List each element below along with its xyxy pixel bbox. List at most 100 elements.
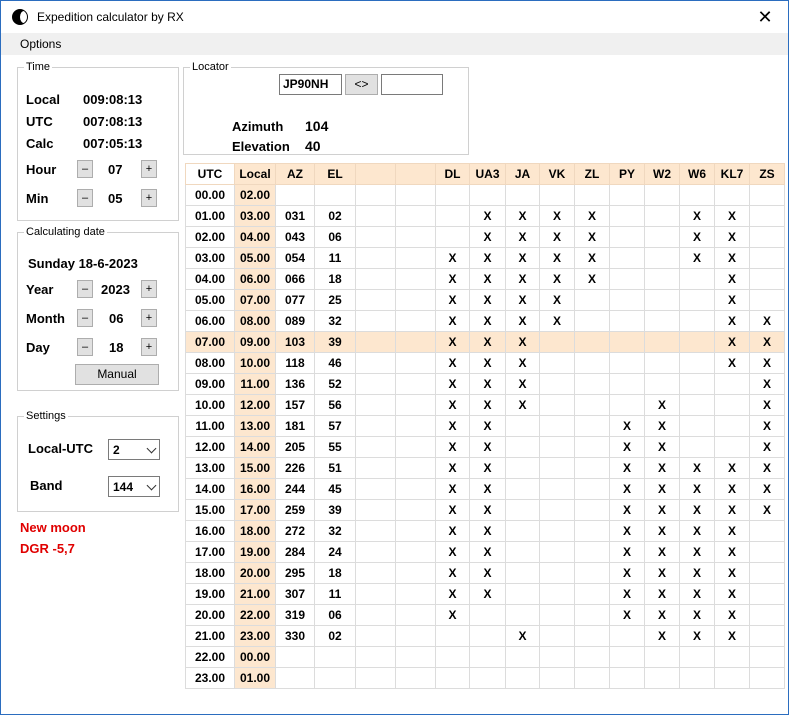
column-header-el[interactable]: EL xyxy=(314,163,356,185)
column-header-w2[interactable]: W2 xyxy=(644,163,680,185)
table-row[interactable]: 21.00 23.00 330 02 X X X X xyxy=(185,625,785,647)
table-row[interactable]: 13.00 15.00 226 51 X X X X X X X xyxy=(185,457,785,479)
table-row[interactable]: 04.00 06.00 066 18 X X X X X X xyxy=(185,268,785,290)
cell-az: 077 xyxy=(275,289,315,311)
table-row[interactable]: 10.00 12.00 157 56 X X X X X xyxy=(185,394,785,416)
min-increment-button[interactable]: + xyxy=(141,189,157,207)
cell-ua3: X xyxy=(469,394,506,416)
other-locator-input[interactable] xyxy=(381,74,443,95)
table-row[interactable]: 00.00 02.00 xyxy=(185,184,785,206)
local-utc-select[interactable]: 2 xyxy=(108,439,160,460)
table-row[interactable]: 19.00 21.00 307 11 X X X X X X xyxy=(185,583,785,605)
cell-ua3: X xyxy=(469,457,506,479)
column-header-py[interactable]: PY xyxy=(609,163,645,185)
table-row[interactable]: 20.00 22.00 319 06 X X X X X xyxy=(185,604,785,626)
cell-ua3: X xyxy=(469,499,506,521)
cell-blank2 xyxy=(395,415,436,437)
column-header-ua3[interactable]: UA3 xyxy=(469,163,506,185)
hour-decrement-button[interactable]: – xyxy=(77,160,93,178)
cell-vk: X xyxy=(539,268,575,290)
day-increment-button[interactable]: + xyxy=(141,338,157,356)
table-row[interactable]: 16.00 18.00 272 32 X X X X X X xyxy=(185,520,785,542)
cell-dl: X xyxy=(435,604,470,626)
table-row[interactable]: 07.00 09.00 103 39 X X X X X xyxy=(185,331,785,353)
cell-kl7: X xyxy=(714,625,750,647)
cell-az xyxy=(275,667,315,689)
menu-options[interactable]: Options xyxy=(20,37,61,51)
cell-dl: X xyxy=(435,415,470,437)
day-decrement-button[interactable]: – xyxy=(77,338,93,356)
month-decrement-button[interactable]: – xyxy=(77,309,93,327)
column-header-kl7[interactable]: KL7 xyxy=(714,163,750,185)
cell-blank2 xyxy=(395,268,436,290)
cell-w2 xyxy=(644,205,680,227)
band-select[interactable]: 144 xyxy=(108,476,160,497)
year-increment-button[interactable]: + xyxy=(141,280,157,298)
table-row[interactable]: 06.00 08.00 089 32 X X X X X X xyxy=(185,310,785,332)
table-row[interactable]: 02.00 04.00 043 06 X X X X X X xyxy=(185,226,785,248)
swap-button[interactable]: <> xyxy=(345,74,378,95)
table-row[interactable]: 23.00 01.00 xyxy=(185,667,785,689)
cell-utc: 15.00 xyxy=(185,499,235,521)
table-row[interactable]: 22.00 00.00 xyxy=(185,646,785,668)
cell-ja xyxy=(505,478,540,500)
column-header-zs[interactable]: ZS xyxy=(749,163,785,185)
cell-local: 06.00 xyxy=(234,268,276,290)
cell-vk: X xyxy=(539,205,575,227)
column-header-az[interactable]: AZ xyxy=(275,163,315,185)
table-row[interactable]: 08.00 10.00 118 46 X X X X X xyxy=(185,352,785,374)
cell-w6: X xyxy=(679,520,715,542)
table-row[interactable]: 12.00 14.00 205 55 X X X X X xyxy=(185,436,785,458)
cell-ja: X xyxy=(505,394,540,416)
dgr-status: DGR -5,7 xyxy=(20,541,75,556)
cell-blank2 xyxy=(395,541,436,563)
table-row[interactable]: 01.00 03.00 031 02 X X X X X X xyxy=(185,205,785,227)
table-row[interactable]: 09.00 11.00 136 52 X X X X xyxy=(185,373,785,395)
table-row[interactable]: 17.00 19.00 284 24 X X X X X X xyxy=(185,541,785,563)
cell-ja xyxy=(505,604,540,626)
cell-w2: X xyxy=(644,583,680,605)
cell-zl xyxy=(574,415,610,437)
table-row[interactable]: 14.00 16.00 244 45 X X X X X X X xyxy=(185,478,785,500)
cell-ja xyxy=(505,583,540,605)
cell-dl: X xyxy=(435,310,470,332)
min-decrement-button[interactable]: – xyxy=(77,189,93,207)
cell-w6: X xyxy=(679,226,715,248)
column-header-blank1[interactable] xyxy=(355,163,396,185)
cell-local: 14.00 xyxy=(234,436,276,458)
locator-input[interactable]: JP90NH xyxy=(279,74,342,95)
cell-kl7: X xyxy=(714,205,750,227)
cell-kl7 xyxy=(714,394,750,416)
cell-dl: X xyxy=(435,457,470,479)
column-header-ja[interactable]: JA xyxy=(505,163,540,185)
cell-utc: 13.00 xyxy=(185,457,235,479)
table-row[interactable]: 05.00 07.00 077 25 X X X X X xyxy=(185,289,785,311)
cell-local: 21.00 xyxy=(234,583,276,605)
column-header-vk[interactable]: VK xyxy=(539,163,575,185)
month-label: Month xyxy=(26,311,65,326)
table-row[interactable]: 11.00 13.00 181 57 X X X X X xyxy=(185,415,785,437)
local-utc-label: Local-UTC xyxy=(28,441,93,456)
column-header-dl[interactable]: DL xyxy=(435,163,470,185)
month-increment-button[interactable]: + xyxy=(141,309,157,327)
column-header-blank2[interactable] xyxy=(395,163,436,185)
table-row[interactable]: 15.00 17.00 259 39 X X X X X X X xyxy=(185,499,785,521)
cell-utc: 07.00 xyxy=(185,331,235,353)
close-button[interactable]: ✕ xyxy=(742,1,788,33)
column-header-zl[interactable]: ZL xyxy=(574,163,610,185)
hour-increment-button[interactable]: + xyxy=(141,160,157,178)
cell-blank1 xyxy=(355,415,396,437)
table-row[interactable]: 03.00 05.00 054 11 X X X X X X X xyxy=(185,247,785,269)
column-header-w6[interactable]: W6 xyxy=(679,163,715,185)
column-header-utc[interactable]: UTC xyxy=(185,163,235,185)
cell-w6 xyxy=(679,352,715,374)
cell-el: 32 xyxy=(314,310,356,332)
cell-w2: X xyxy=(644,541,680,563)
column-header-local[interactable]: Local xyxy=(234,163,276,185)
cell-ua3 xyxy=(469,184,506,206)
cell-el: 52 xyxy=(314,373,356,395)
manual-button[interactable]: Manual xyxy=(75,364,159,385)
cell-ua3: X xyxy=(469,331,506,353)
table-row[interactable]: 18.00 20.00 295 18 X X X X X X xyxy=(185,562,785,584)
year-decrement-button[interactable]: – xyxy=(77,280,93,298)
